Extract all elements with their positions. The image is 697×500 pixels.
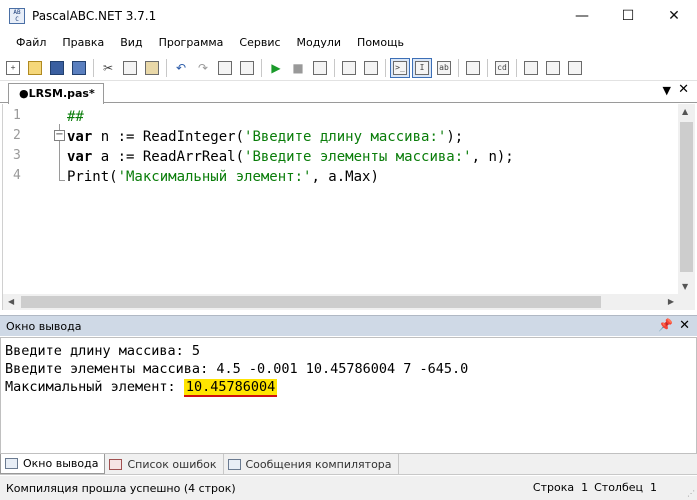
run-icon[interactable]: ▶ [266,58,286,78]
window-controls: — ☐ ✕ [559,0,697,31]
menu-edit[interactable]: Правка [54,31,112,55]
toolbar-separator [261,58,262,77]
toolbar-separator [385,58,386,77]
paste-icon[interactable] [142,58,162,78]
menu-program[interactable]: Программа [151,31,232,55]
fold-guide-end [59,180,65,181]
status-bar: Компиляция прошла успешно (4 строк) Стро… [0,476,697,500]
output-panel-header: Окно вывода 📌 ✕ [0,315,697,336]
cut-icon[interactable]: ✂ [98,58,118,78]
horizontal-scroll-thumb[interactable] [21,296,601,308]
window-title: PascalABC.NET 3.7.1 [32,8,157,23]
copy-icon[interactable] [120,58,140,78]
toolbar: + ✂ ↶ ↷ ▶ ■ >_ I ab cd [0,55,697,81]
line-number: 2 [13,128,21,143]
output-text-area[interactable]: Введите длину массива: 5 Введите элемент… [0,337,697,454]
output-line: Введите элементы массива: 4.5 -0.001 10.… [5,361,469,377]
status-message: Компиляция прошла успешно (4 строк) [6,481,236,495]
code-line-2: var n := ReadInteger('Введите длину масс… [67,129,464,145]
output-result-line: Максимальный элемент: 10.45786004 [5,378,278,397]
editor-vertical-scrollbar[interactable]: ▲ ▼ [678,104,695,294]
replace-icon[interactable] [237,58,257,78]
menu-service[interactable]: Сервис [231,31,288,55]
breakpoint-icon[interactable] [521,58,541,78]
pin-icon[interactable]: 📌 [658,318,673,332]
form-designer-icon[interactable] [463,58,483,78]
resize-grip-icon[interactable]: ⋰ [687,489,695,498]
col-value: 1 [650,481,657,494]
scroll-down-icon[interactable]: ▼ [682,282,688,291]
menu-view[interactable]: Вид [112,31,150,55]
output-panel-title: Окно вывода [6,319,82,333]
minimize-icon[interactable]: — [559,0,605,31]
toolbar-separator [334,58,335,77]
maximize-icon[interactable]: ☐ [605,0,651,31]
output-line: Введите длину массива: 5 [5,343,201,359]
tab-close-icon[interactable]: ✕ [678,82,689,97]
code-line-4: Print('Максимальный элемент:', a.Max) [67,169,379,185]
step-over-icon[interactable] [361,58,381,78]
scroll-right-icon[interactable]: ▶ [668,297,674,306]
code-template-icon[interactable]: cd [492,58,512,78]
tab-lrsm-pas[interactable]: ●LRSM.pas* [8,83,104,104]
open-folder-icon[interactable] [25,58,45,78]
output-window-icon [5,458,18,469]
toolbar-separator [93,58,94,77]
code-line-1: ## [67,109,84,125]
fold-collapse-icon[interactable]: − [54,130,65,141]
scrollbar-corner [678,294,695,310]
redo-icon[interactable]: ↷ [193,58,213,78]
tab-compiler-messages[interactable]: Сообщения компилятора [224,454,399,474]
toolbar-separator [166,58,167,77]
vertical-scroll-thumb[interactable] [680,122,693,272]
toolbar-separator [458,58,459,77]
menu-help[interactable]: Помощь [349,31,412,55]
watch-icon[interactable] [543,58,563,78]
toolbar-separator [516,58,517,77]
row-value: 1 [581,481,589,494]
text-mode-toggle-icon[interactable]: I [412,57,432,78]
close-icon[interactable]: ✕ [651,0,697,31]
tab-output-window[interactable]: Окно вывода [0,454,106,474]
result-value-highlight: 10.45786004 [183,379,278,397]
code-editor[interactable]: 1 2 3 4 − ## var n := ReadInteger('Введи… [2,104,695,310]
menu-modules[interactable]: Модули [289,31,350,55]
stop-icon[interactable]: ■ [288,58,308,78]
line-number-gutter: 1 2 3 4 [3,104,49,294]
tab-list-chevron-down-icon[interactable]: ▼ [663,84,671,97]
output-close-icon[interactable]: ✕ [679,318,690,333]
line-number: 3 [13,148,21,163]
new-file-icon[interactable]: + [3,58,23,78]
editor-horizontal-scrollbar[interactable]: ◀ ▶ [3,294,679,310]
toolbar-separator [487,58,488,77]
tab-error-list[interactable]: Список ошибок [105,454,224,474]
code-line-3: var a := ReadArrReal('Введите элементы м… [67,149,514,165]
app-logo-icon: AB C [9,7,25,24]
save-icon[interactable] [47,58,67,78]
find-icon[interactable] [215,58,235,78]
scroll-up-icon[interactable]: ▲ [682,107,688,116]
scroll-left-icon[interactable]: ◀ [8,297,14,306]
bottom-panel-tabs: Окно вывода Список ошибок Сообщения комп… [0,454,697,475]
output-window-toggle-icon[interactable]: >_ [390,57,410,78]
result-label: Максимальный элемент: [5,379,184,395]
step-into-icon[interactable] [339,58,359,78]
undo-icon[interactable]: ↶ [171,58,191,78]
compile-icon[interactable] [310,58,330,78]
menu-file[interactable]: Файл [8,31,54,55]
error-list-icon [109,458,123,470]
cursor-position: Строка 1 Столбец 1 [532,481,657,494]
line-number: 1 [13,108,21,123]
menu-bar: Файл Правка Вид Программа Сервис Модули … [0,31,697,55]
save-all-icon[interactable] [69,58,89,78]
document-tab-bar: ●LRSM.pas* ▼ ✕ [0,82,697,104]
format-code-icon[interactable]: ab [434,58,454,78]
compiler-messages-icon [227,458,241,470]
locals-icon[interactable] [565,58,585,78]
title-bar: AB C PascalABC.NET 3.7.1 — ☐ ✕ [0,0,697,31]
line-number: 4 [13,168,21,183]
